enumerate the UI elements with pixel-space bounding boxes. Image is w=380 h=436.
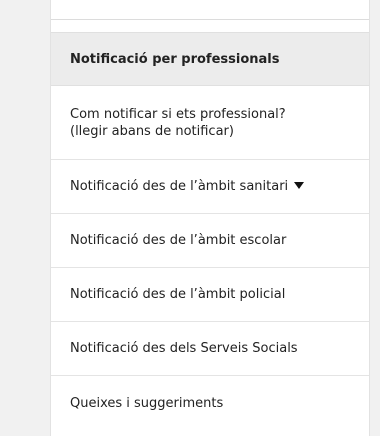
menu-item-how-to-notify[interactable]: Com notificar si ets professional? (lleg… (51, 86, 369, 160)
menu-item-label: Notificació des de l’àmbit escolar (70, 233, 287, 248)
menu-item-social-services[interactable]: Notificació des dels Serveis Socials (51, 322, 369, 376)
professional-menu: Com notificar si ets professional? (lleg… (51, 86, 369, 430)
menu-item-school[interactable]: Notificació des de l’àmbit escolar (51, 214, 369, 268)
menu-item-label: Queixes i suggeriments (70, 395, 224, 411)
menu-item-complaints[interactable]: Queixes i suggeriments (51, 376, 369, 430)
menu-item-police[interactable]: Notificació des de l’àmbit policial (51, 268, 369, 322)
caret-down-icon (294, 182, 305, 189)
section-header: Notificació per professionals (51, 32, 369, 86)
menu-item-label-line-1: Com notificar si ets professional? (70, 106, 286, 122)
previous-section-stub (51, 0, 369, 20)
menu-item-label-line-2: (llegir abans de notificar) (70, 123, 234, 139)
section-title: Notificació per professionals (70, 51, 280, 67)
menu-item-label: Notificació des de l’àmbit policial (70, 287, 286, 302)
menu-item-health[interactable]: Notificació des de l’àmbit sanitari (51, 160, 369, 214)
side-menu-panel: Notificació per professionals Com notifi… (50, 0, 370, 436)
menu-item-label: Notificació des de l’àmbit sanitari (70, 179, 289, 194)
menu-item-label: Notificació des dels Serveis Socials (70, 341, 298, 356)
